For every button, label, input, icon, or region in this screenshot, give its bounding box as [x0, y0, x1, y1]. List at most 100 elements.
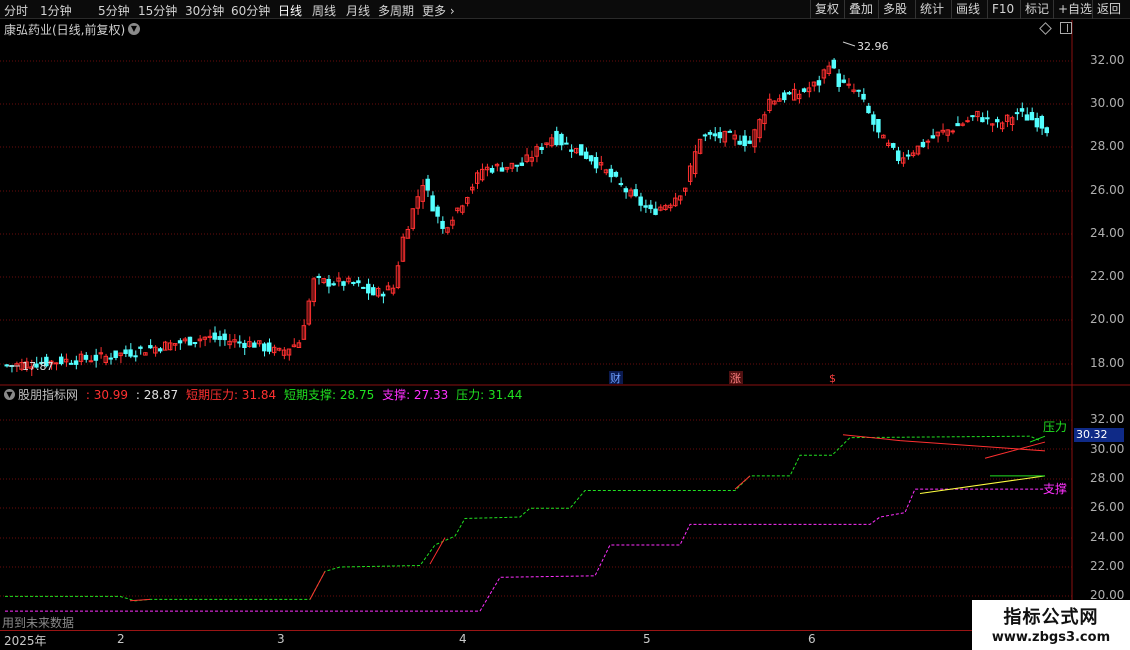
candle-body [138, 346, 143, 349]
short-pressure-line [429, 537, 446, 565]
candlestick-series [4, 58, 1049, 377]
candle-body [88, 360, 94, 363]
candle-body [742, 135, 747, 147]
candle-body [519, 162, 525, 166]
indicator-axis-label: 28.00 [1090, 471, 1125, 485]
candle-body [380, 293, 386, 297]
candle-body [707, 132, 713, 135]
short-support-line [5, 435, 1041, 602]
indicator-name[interactable]: 股朋指标网 [18, 388, 78, 402]
candle-body [871, 114, 876, 125]
price-axis-label: 18.00 [1090, 356, 1125, 370]
candle-body [638, 196, 643, 206]
date-label: 3 [277, 632, 285, 646]
indicator-legend: 股朋指标网 : 30.99 : 28.87 短期压力: 31.84 短期支撑: … [18, 386, 522, 403]
date-label: 4 [459, 632, 467, 646]
candle-body [1019, 108, 1025, 112]
candle-body [970, 115, 975, 118]
candle-body [787, 92, 792, 95]
candle-body [331, 283, 336, 286]
high-price-label: 32.96 [857, 40, 889, 53]
candle-body [217, 336, 222, 340]
candle-body [1044, 127, 1049, 134]
indicator-axis-label: 30.00 [1090, 442, 1125, 456]
candle-body [648, 204, 653, 210]
candle-body [1029, 112, 1035, 121]
candle-body [861, 93, 866, 100]
candle-body [262, 343, 267, 352]
candle-body [128, 349, 133, 357]
support-label: 支撑 [382, 388, 407, 402]
candle-body [489, 167, 495, 173]
candle-body [712, 133, 718, 137]
candle-body [4, 364, 9, 367]
pressure-right-label: 压力 [1043, 420, 1067, 434]
candle-body [430, 195, 435, 212]
candle-body [83, 354, 89, 360]
candle-body [876, 119, 881, 133]
candle-body [222, 333, 227, 341]
candle-body [564, 142, 569, 145]
date-label: 6 [808, 632, 816, 646]
panel-toggle-icon[interactable] [1060, 22, 1072, 34]
stock-title: 康弘药业(日线,前复权) [4, 23, 126, 37]
date-label: 2025年 [4, 634, 47, 648]
candle-body [836, 73, 841, 87]
candle-body [608, 168, 614, 178]
candle-body [316, 275, 321, 278]
candle-body [559, 133, 564, 146]
indicator-axis-label: 22.00 [1090, 559, 1125, 573]
current-price-tag: 30.32 [1074, 428, 1124, 442]
candle-body [1039, 115, 1045, 129]
candle-body [727, 130, 733, 133]
kline-chart[interactable]: 财 涨 $ 32.96 17.87 压力 支撑 [0, 0, 1130, 650]
candle-body [237, 341, 242, 344]
indicator-axis-label: 26.00 [1090, 500, 1125, 514]
candle-body [930, 135, 936, 139]
candle-body [816, 80, 822, 86]
candle-body [326, 278, 331, 287]
candle-body [177, 340, 183, 344]
candle-body [985, 117, 990, 120]
candle-body [93, 354, 99, 361]
candle-body [925, 140, 931, 143]
short-pressure-line [309, 571, 326, 600]
price-axis-label: 30.00 [1090, 96, 1125, 110]
candle-body [891, 143, 896, 148]
finance-marker[interactable]: 财 [610, 371, 621, 385]
candle-body [831, 59, 837, 69]
dividend-marker[interactable]: $ [829, 372, 836, 385]
rise-marker[interactable]: 涨 [730, 372, 741, 385]
candle-body [108, 357, 113, 360]
candle-body [569, 149, 574, 152]
candle-body [717, 132, 723, 139]
candle-body [1034, 117, 1040, 128]
candle-body [366, 283, 371, 294]
candle-body [68, 362, 74, 365]
candle-body [866, 105, 871, 114]
price-axis-label: 20.00 [1090, 312, 1125, 326]
candle-body [980, 117, 985, 123]
candle-body [73, 360, 79, 365]
pressure-value: : 31.44 [480, 388, 523, 402]
indicator-lines [5, 434, 1046, 612]
candle-body [856, 89, 861, 92]
support-line [5, 488, 1045, 612]
short-support-value: : 28.75 [332, 388, 375, 402]
watermark-url: www.zbgs3.com [991, 630, 1111, 645]
indicator-menu-icon[interactable]: ▼ [4, 389, 15, 400]
grid-lines [0, 60, 1072, 597]
candle-body [653, 208, 658, 215]
indicator-val2: : 28.87 [135, 388, 179, 402]
high-annotation: 32.96 [842, 40, 889, 53]
candle-body [514, 164, 520, 167]
chevron-down-icon[interactable]: ▼ [128, 23, 140, 35]
candle-body [583, 151, 589, 159]
support-trend-line [919, 475, 1046, 494]
candle-body [747, 140, 752, 144]
candle-body [212, 332, 217, 340]
price-axis-label: 24.00 [1090, 226, 1125, 240]
candle-body [148, 345, 153, 349]
candle-body [192, 342, 198, 345]
site-watermark: 指标公式网 www.zbgs3.com [972, 600, 1130, 650]
